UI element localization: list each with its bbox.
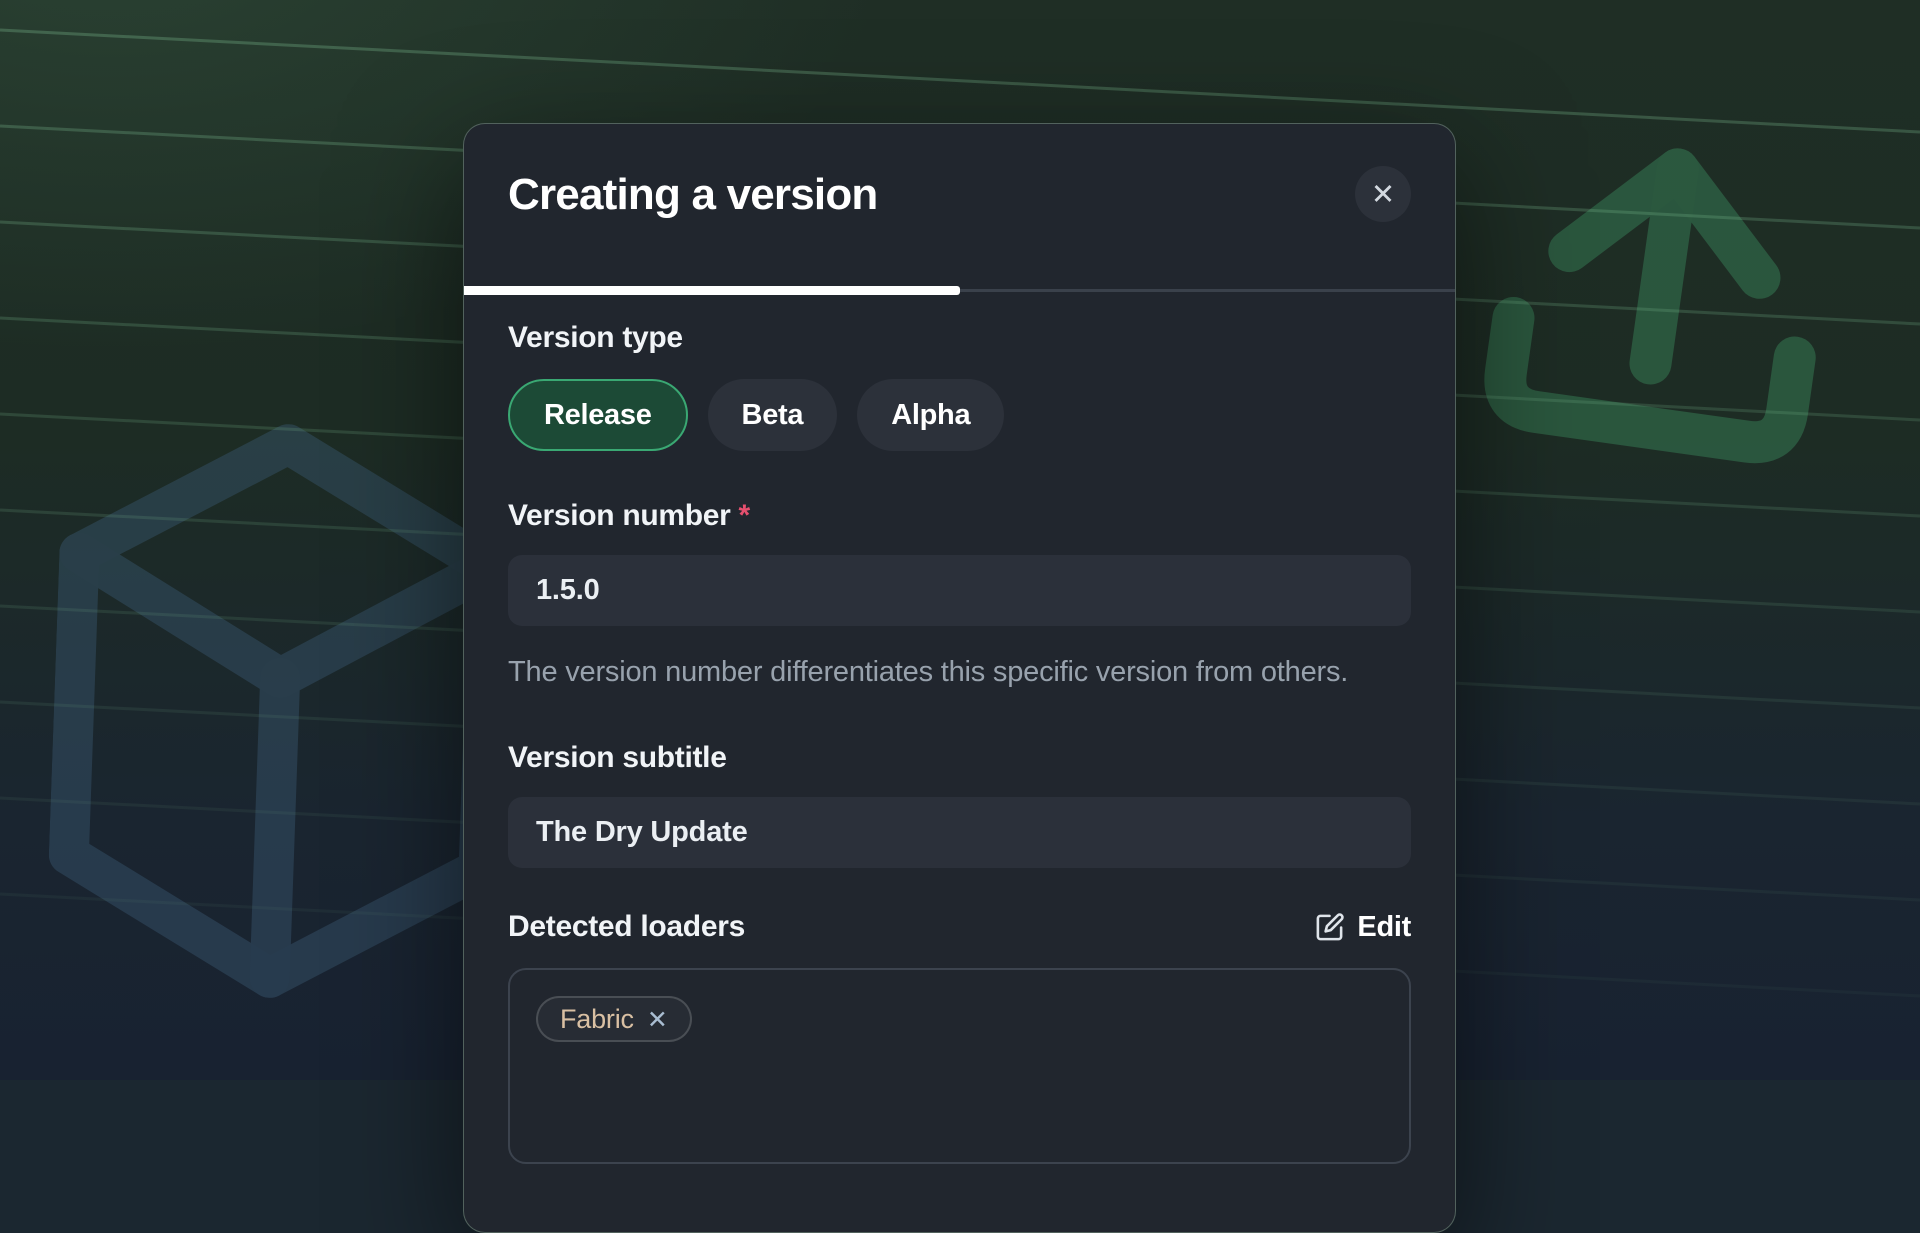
version-type-label: Version type <box>508 321 1411 355</box>
version-subtitle-label: Version subtitle <box>508 741 1411 775</box>
progress-bar <box>464 286 1455 295</box>
close-icon: ✕ <box>1371 180 1395 209</box>
remove-loader-button[interactable]: ✕ <box>647 1007 668 1032</box>
version-number-label-text: Version number <box>508 499 731 532</box>
modal-header: Creating a version ✕ <box>464 124 1455 220</box>
version-number-help: The version number differentiates this s… <box>508 654 1380 691</box>
modal-body: Version type Release Beta Alpha Version … <box>464 295 1455 1164</box>
version-type-release-button[interactable]: Release <box>508 379 688 451</box>
edit-icon <box>1314 912 1345 943</box>
edit-loaders-button[interactable]: Edit <box>1314 911 1411 944</box>
version-type-beta-button[interactable]: Beta <box>708 379 838 451</box>
desktop-background: Creating a version ✕ Version type Releas… <box>0 0 1920 1080</box>
loader-chip-fabric: Fabric ✕ <box>536 996 692 1042</box>
detected-loaders-box: Fabric ✕ <box>508 968 1411 1164</box>
remove-loader-icon: ✕ <box>647 1007 668 1032</box>
close-button[interactable]: ✕ <box>1355 166 1411 222</box>
create-version-modal: Creating a version ✕ Version type Releas… <box>463 123 1456 1233</box>
version-number-input[interactable] <box>508 555 1411 626</box>
modal-title: Creating a version <box>508 170 1411 220</box>
version-type-options: Release Beta Alpha <box>508 379 1411 451</box>
version-type-alpha-button[interactable]: Alpha <box>857 379 1004 451</box>
version-number-label: Version number* <box>508 499 1411 533</box>
loader-chip-label: Fabric <box>560 1006 634 1033</box>
required-asterisk: * <box>739 499 750 532</box>
edit-label: Edit <box>1357 911 1411 944</box>
progress-fill <box>464 286 960 295</box>
detected-loaders-label: Detected loaders <box>508 910 745 944</box>
version-subtitle-input[interactable] <box>508 797 1411 868</box>
